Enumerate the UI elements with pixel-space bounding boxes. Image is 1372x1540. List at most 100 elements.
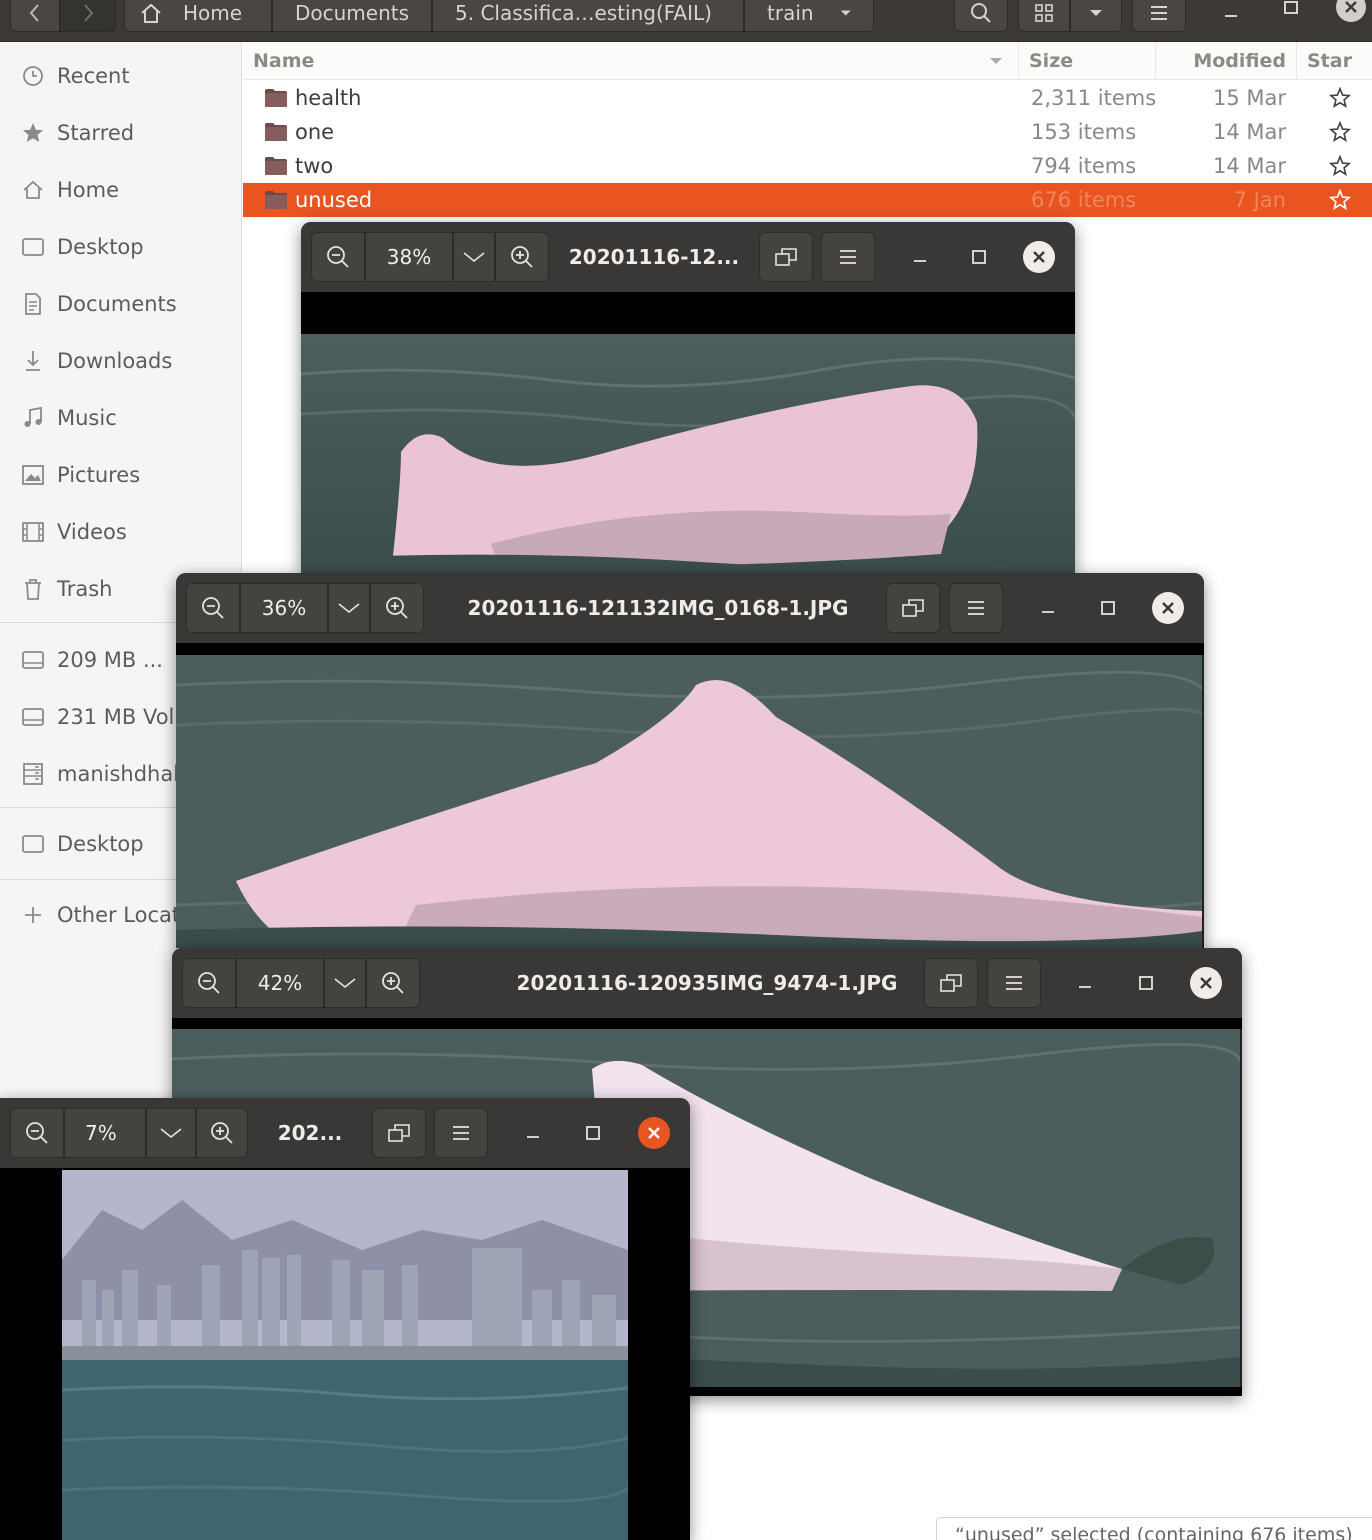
- maximize-button[interactable]: [1095, 595, 1121, 621]
- breadcrumb-label: Documents: [295, 1, 410, 25]
- minimize-button[interactable]: [1035, 595, 1061, 621]
- zoom-level[interactable]: 7%: [64, 1108, 146, 1158]
- zoom-menu-button[interactable]: [146, 1108, 196, 1158]
- file-row-unused[interactable]: unused 676 items 7 Jan: [243, 183, 1372, 217]
- rotate-button[interactable]: [924, 958, 978, 1008]
- chevron-down-icon: [463, 252, 485, 263]
- viewer-menu-button[interactable]: [949, 583, 1003, 633]
- image-viewer-window-1: 38% 20201116-12...: [301, 222, 1075, 574]
- home-icon: [23, 180, 43, 199]
- sidebar-item-documents[interactable]: Documents: [0, 284, 242, 324]
- file-row-two[interactable]: two 794 items 14 Mar: [243, 149, 1372, 183]
- close-button[interactable]: [1190, 967, 1222, 999]
- sidebar-item-pictures[interactable]: Pictures: [0, 455, 242, 495]
- breadcrumb-home[interactable]: Home: [124, 0, 272, 32]
- zoom-in-button[interactable]: [196, 1108, 248, 1158]
- status-bar: “unused” selected (containing 676 items): [936, 1517, 1372, 1540]
- forward-button[interactable]: [60, 0, 116, 32]
- minimize-button[interactable]: [1220, 2, 1242, 22]
- minimize-button[interactable]: [1072, 970, 1098, 996]
- chevron-left-icon: [29, 4, 39, 22]
- zoom-out-button[interactable]: [311, 232, 365, 282]
- city-skyline-image: [62, 1170, 628, 1540]
- file-name: unused: [295, 188, 373, 212]
- column-modified[interactable]: Modified: [1155, 42, 1296, 80]
- rotate-button[interactable]: [372, 1108, 426, 1158]
- maximize-button[interactable]: [580, 1120, 606, 1146]
- view-options-button[interactable]: [1070, 0, 1122, 32]
- minimize-button[interactable]: [520, 1120, 546, 1146]
- column-name[interactable]: Name: [243, 42, 1018, 80]
- star-outline-icon[interactable]: [1329, 87, 1351, 109]
- viewer-menu-button[interactable]: [434, 1108, 488, 1158]
- maximize-button[interactable]: [1280, 0, 1302, 18]
- sidebar-item-starred[interactable]: Starred: [0, 113, 242, 153]
- breadcrumb-label: 5. Classifica…esting(FAIL): [455, 1, 712, 25]
- sidebar-item-downloads[interactable]: Downloads: [0, 341, 242, 381]
- zoom-in-button[interactable]: [495, 232, 549, 282]
- close-button[interactable]: [1152, 592, 1184, 624]
- chevron-down-icon: [160, 1128, 182, 1139]
- back-button[interactable]: [10, 0, 60, 32]
- zoom-in-button[interactable]: [366, 958, 420, 1008]
- close-button[interactable]: [638, 1117, 670, 1149]
- viewer-menu-button[interactable]: [821, 232, 875, 282]
- maximize-button[interactable]: [966, 244, 992, 270]
- breadcrumb-documents[interactable]: Documents: [272, 0, 432, 32]
- viewer-menu-button[interactable]: [987, 958, 1041, 1008]
- zoom-level[interactable]: 42%: [236, 958, 324, 1008]
- zoom-out-button[interactable]: [182, 958, 236, 1008]
- zoom-menu-button[interactable]: [328, 583, 370, 633]
- minimize-button[interactable]: [907, 244, 933, 270]
- sidebar-item-recent[interactable]: Recent: [0, 56, 242, 96]
- file-row-one[interactable]: one 153 items 14 Mar: [243, 115, 1372, 149]
- breadcrumb-label: train: [767, 1, 814, 25]
- breadcrumb-classification[interactable]: 5. Classifica…esting(FAIL): [432, 0, 744, 32]
- star-outline-icon[interactable]: [1329, 189, 1351, 211]
- rotate-button[interactable]: [886, 583, 940, 633]
- close-icon: [648, 1127, 660, 1139]
- zoom-out-button[interactable]: [186, 583, 240, 633]
- zoom-in-icon: [382, 972, 404, 994]
- home-icon: [141, 3, 161, 23]
- zoom-out-button[interactable]: [10, 1108, 64, 1158]
- sidebar-item-label: 209 MB ...: [57, 648, 163, 672]
- menu-button[interactable]: [1132, 0, 1186, 32]
- search-icon: [971, 3, 991, 23]
- maximize-icon: [586, 1126, 600, 1140]
- sidebar-item-music[interactable]: Music: [0, 398, 242, 438]
- search-button[interactable]: [954, 0, 1008, 32]
- maximize-button[interactable]: [1133, 970, 1159, 996]
- zoom-menu-button[interactable]: [324, 958, 366, 1008]
- sidebar-item-label: Desktop: [57, 235, 144, 259]
- document-icon: [25, 293, 41, 315]
- file-name: health: [295, 86, 362, 110]
- sidebar-item-label: Desktop: [57, 832, 144, 856]
- rotate-button[interactable]: [759, 232, 813, 282]
- picture-icon: [22, 465, 44, 485]
- close-icon: [1200, 977, 1212, 989]
- sidebar-item-videos[interactable]: Videos: [0, 512, 242, 552]
- zoom-level[interactable]: 38%: [365, 232, 453, 282]
- viewer-title: 20201116-120935IMG_9474-1.JPG: [516, 971, 898, 995]
- sidebar-item-desktop[interactable]: Desktop: [0, 227, 242, 267]
- close-icon: [1345, 1, 1357, 13]
- sidebar-item-home[interactable]: Home: [0, 170, 242, 210]
- file-row-health[interactable]: health 2,311 items 15 Mar: [243, 81, 1372, 115]
- zoom-menu-button[interactable]: [453, 232, 495, 282]
- column-star[interactable]: Star: [1296, 42, 1372, 80]
- hamburger-icon: [1006, 976, 1022, 990]
- star-outline-icon[interactable]: [1329, 121, 1351, 143]
- close-button[interactable]: [1023, 241, 1055, 273]
- minimize-icon: [914, 260, 926, 262]
- breadcrumb-train[interactable]: train: [744, 0, 874, 32]
- minimize-icon: [527, 1136, 539, 1138]
- close-button[interactable]: [1336, 0, 1366, 22]
- zoom-in-button[interactable]: [370, 583, 424, 633]
- file-modified: 7 Jan: [1233, 188, 1286, 212]
- view-grid-button[interactable]: [1018, 0, 1070, 32]
- zoom-level[interactable]: 36%: [240, 583, 328, 633]
- sidebar-item-label: Home: [57, 178, 120, 202]
- column-size[interactable]: Size: [1018, 42, 1155, 80]
- star-outline-icon[interactable]: [1329, 155, 1351, 177]
